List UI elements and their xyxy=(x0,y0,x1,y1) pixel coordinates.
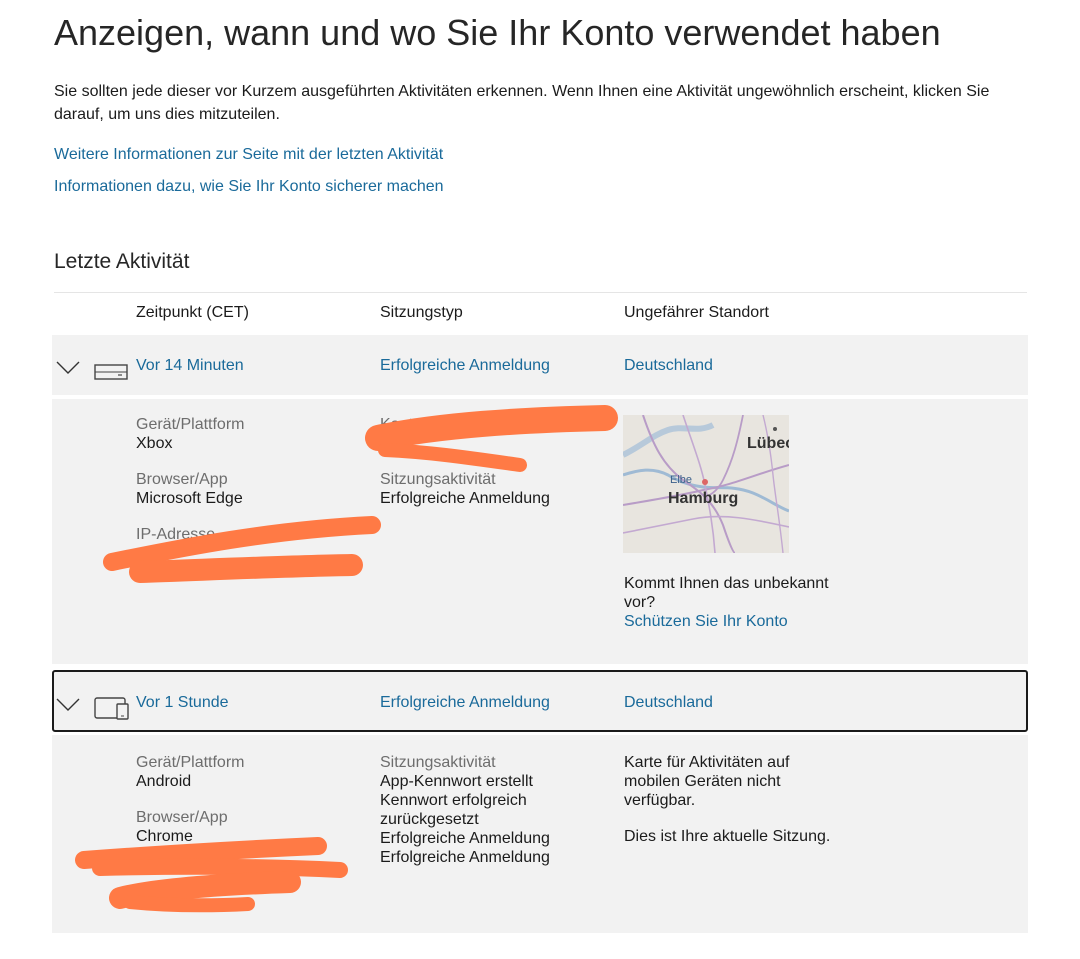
activity-details: Gerät/Plattform Android Browser/App Chro… xyxy=(52,735,1028,933)
location-link[interactable]: Deutschland xyxy=(624,356,713,375)
section-title: Letzte Aktivität xyxy=(54,250,190,273)
map-river-label: Elbe xyxy=(670,474,692,486)
protect-account-link[interactable]: Schützen Sie Ihr Konto xyxy=(624,612,788,631)
column-header-location: Ungefährer Standort xyxy=(624,304,769,321)
activity-time-link[interactable]: Vor 14 Minuten xyxy=(136,356,244,375)
location-link[interactable]: Deutschland xyxy=(624,693,713,712)
session-type-link[interactable]: Erfolgreiche Anmeldung xyxy=(380,356,550,375)
device-label: Gerät/Plattform xyxy=(136,754,245,771)
chevron-down-icon[interactable] xyxy=(56,361,80,375)
session-activity-item: Kennwort erfolgreich zurückgesetzt xyxy=(380,792,527,828)
activity-row[interactable]: Vor 14 Minuten Erfolgreiche Anmeldung De… xyxy=(52,335,1028,395)
device-value: Xbox xyxy=(136,435,173,452)
activity-details: Gerät/Plattform Xbox Browser/App Microso… xyxy=(52,399,1028,664)
unfamiliar-question: Kommt Ihnen das unbekannt vor? xyxy=(624,575,829,611)
column-header-time: Zeitpunkt (CET) xyxy=(136,304,249,321)
browser-value: Chrome xyxy=(136,828,193,845)
map-city-label: Hamburg xyxy=(668,490,738,507)
page-title: Anzeigen, wann und wo Sie Ihr Konto verw… xyxy=(54,12,941,53)
browser-label: Browser/App xyxy=(136,809,228,826)
divider xyxy=(54,292,1027,293)
location-map: Hamburg Elbe Lübec xyxy=(623,415,789,553)
column-header-session-type: Sitzungstyp xyxy=(380,304,463,321)
browser-value: Microsoft Edge xyxy=(136,490,243,507)
map-unavailable-text: Karte für Aktivitäten auf mobilen Geräte… xyxy=(624,754,790,809)
intro-text: Sie sollten jede dieser vor Kurzem ausge… xyxy=(54,83,990,123)
session-activity-item: Erfolgreiche Anmeldung xyxy=(380,830,550,847)
session-activity-label: Sitzungsaktivität xyxy=(380,471,496,488)
session-activity-value: Erfolgreiche Anmeldung xyxy=(380,490,550,507)
recent-activity-info-link[interactable]: Weitere Informationen zur Seite mit der … xyxy=(54,146,443,164)
activity-time-link[interactable]: Vor 1 Stunde xyxy=(136,693,229,712)
secure-account-info-link[interactable]: Informationen dazu, wie Sie Ihr Konto si… xyxy=(54,178,444,196)
device-label: Gerät/Plattform xyxy=(136,416,245,433)
session-type-link[interactable]: Erfolgreiche Anmeldung xyxy=(380,693,550,712)
session-activity-item: Erfolgreiche Anmeldung xyxy=(380,849,550,866)
console-icon xyxy=(94,364,128,380)
map-city-label-2: Lübec xyxy=(747,435,789,452)
device-value: Android xyxy=(136,773,192,790)
tablet-phone-icon xyxy=(94,697,129,720)
session-activity-item: App-Kennwort erstellt xyxy=(380,773,533,790)
account-alias-label: Kontoalias xyxy=(380,416,455,433)
session-activity-label: Sitzungsaktivität xyxy=(380,754,496,771)
ip-address-label: IP-Adresse xyxy=(136,526,216,543)
browser-label: Browser/App xyxy=(136,471,228,488)
current-session-text: Dies ist Ihre aktuelle Sitzung. xyxy=(624,828,831,845)
activity-row[interactable]: Vor 1 Stunde Erfolgreiche Anmeldung Deut… xyxy=(52,670,1028,732)
chevron-down-icon[interactable] xyxy=(56,698,80,712)
